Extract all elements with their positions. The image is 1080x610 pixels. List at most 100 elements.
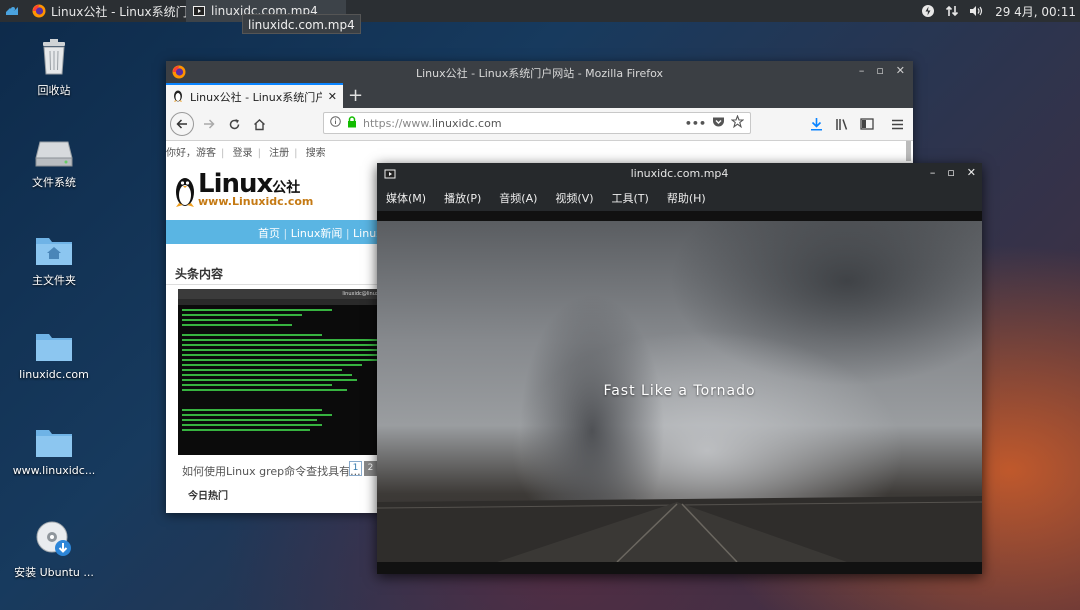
menu-help[interactable]: 帮助(H) — [658, 190, 715, 206]
terminal-text-line — [182, 419, 317, 421]
player-titlebar[interactable]: linuxidc.com.mp4 – ▫ ✕ — [377, 163, 982, 185]
home-folder-icon — [36, 238, 72, 265]
top-links: 你好，游客 | 登录 | 注册 | 搜索 — [166, 148, 326, 159]
library-icon — [836, 118, 848, 130]
maximize-button[interactable]: ▫ — [947, 166, 954, 179]
tab-strip: Linux公社 - Linux系统门户网 ✕ + — [166, 83, 913, 108]
url-domain: linuxidc.com — [431, 116, 502, 130]
hamburger-menu-icon — [891, 119, 903, 129]
library-button[interactable] — [830, 112, 854, 136]
terminal-text-line — [182, 369, 342, 371]
reload-icon — [229, 118, 239, 129]
video-road-scene — [377, 496, 982, 562]
install-disc-icon — [36, 521, 71, 556]
terminal-text-line — [182, 389, 347, 391]
forward-button[interactable] — [197, 112, 221, 136]
close-button[interactable]: ✕ — [967, 166, 976, 179]
home-icon — [253, 118, 265, 130]
logo-suffix: 公社 — [272, 180, 301, 196]
minimize-button[interactable]: – — [859, 64, 865, 77]
menu-video[interactable]: 视频(V) — [546, 190, 602, 206]
desktop-icon-install-ubuntu[interactable]: 安装 Ubuntu ... — [8, 520, 100, 580]
terminal-text-line — [182, 319, 278, 321]
terminal-text-line — [182, 359, 382, 361]
desktop-icon-home[interactable]: 主文件夹 — [8, 234, 100, 288]
taskbar-item-label: Linux公社 - Linux系统门户... — [51, 4, 186, 19]
info-icon[interactable] — [330, 116, 341, 130]
terminal-text-line — [182, 324, 292, 326]
terminal-text-line — [182, 339, 402, 341]
terminal-text-line — [182, 384, 332, 386]
search-link[interactable]: 搜索 — [306, 148, 326, 159]
taskbar: Linux公社 - Linux系统门户... linuxidc.com.mp4 … — [0, 0, 1080, 22]
register-link[interactable]: 注册 — [269, 148, 289, 159]
navigation-toolbar: https://www.linuxidc.com ••• — [166, 108, 913, 141]
start-menu-icon[interactable] — [4, 3, 20, 19]
page-actions-icon[interactable]: ••• — [685, 117, 706, 130]
desktop-icon-linuxidc-folder[interactable]: linuxidc.com — [8, 330, 100, 381]
home-button[interactable] — [247, 112, 271, 136]
desktop-icon-label: 安装 Ubuntu ... — [14, 566, 94, 579]
desktop-icon-label: linuxidc.com — [19, 368, 89, 381]
menu-media[interactable]: 媒体(M) — [377, 190, 435, 206]
menu-playback[interactable]: 播放(P) — [435, 190, 490, 206]
taskbar-tooltip: linuxidc.com.mp4 — [242, 14, 361, 34]
downloads-button[interactable] — [804, 112, 828, 136]
login-link[interactable]: 登录 — [233, 148, 253, 159]
hot-section-title: 今日热门 — [188, 491, 228, 502]
terminal-text-line — [182, 409, 322, 411]
greeting-text: 你好，游客 — [166, 148, 216, 159]
volume-icon[interactable] — [969, 4, 985, 18]
forward-arrow-icon — [204, 119, 215, 129]
sidebar-icon — [860, 118, 874, 130]
nav-link-home[interactable]: 首页 — [258, 227, 280, 240]
video-player-window: linuxidc.com.mp4 – ▫ ✕ 媒体(M) 播放(P) 音频(A)… — [377, 163, 982, 574]
desktop-icon-trash[interactable]: 回收站 — [8, 38, 100, 98]
maximize-button[interactable]: ▫ — [876, 64, 883, 77]
menu-audio[interactable]: 音频(A) — [490, 190, 546, 206]
terminal-text-line — [182, 379, 357, 381]
sidebar-button[interactable] — [855, 112, 879, 136]
pocket-icon[interactable] — [712, 116, 725, 131]
back-button[interactable] — [170, 112, 194, 136]
close-button[interactable]: ✕ — [896, 64, 905, 77]
terminal-text-line — [182, 429, 310, 431]
update-icon[interactable] — [921, 4, 935, 18]
firefox-titlebar[interactable]: Linux公社 - Linux系统门户网站 - Mozilla Firefox … — [166, 61, 913, 83]
new-tab-button[interactable]: + — [348, 85, 363, 106]
desktop-icon-label: www.linuxidc... — [12, 464, 96, 477]
pager-button-2[interactable]: 2 — [364, 461, 377, 476]
video-player-icon — [192, 4, 206, 18]
pager-button-1[interactable]: 1 — [349, 461, 362, 476]
menu-tools[interactable]: 工具(T) — [603, 190, 658, 206]
desktop-icon-www-folder[interactable]: www.linuxidc... — [8, 426, 100, 477]
minimize-button[interactable]: – — [930, 166, 936, 179]
carousel-pager: 1 2 — [349, 461, 377, 476]
video-subtitle: Fast Like a Tornado — [603, 383, 756, 399]
desktop-icon-label: 文件系统 — [32, 176, 76, 189]
tab-linuxidc[interactable]: Linux公社 - Linux系统门户网 ✕ — [166, 83, 343, 108]
terminal-text-line — [182, 309, 332, 311]
bookmark-star-icon[interactable] — [730, 114, 745, 131]
lock-icon[interactable] — [347, 115, 357, 131]
url-prefix: https://www. — [363, 116, 432, 130]
url-bar[interactable]: https://www.linuxidc.com ••• — [323, 112, 751, 134]
taskbar-item-firefox[interactable]: Linux公社 - Linux系统门户... — [26, 0, 186, 22]
network-icon[interactable] — [945, 4, 959, 18]
reload-button[interactable] — [222, 112, 246, 136]
menu-button[interactable] — [885, 112, 909, 136]
desktop-icon-filesystem[interactable]: 文件系统 — [8, 138, 100, 190]
firefox-icon — [32, 4, 46, 18]
page-scrollbar[interactable] — [906, 141, 911, 161]
clock[interactable]: 29 4月, 00:11 — [995, 3, 1076, 20]
site-logo[interactable]: Linux公社 www.Linuxidc.com — [174, 169, 313, 208]
nav-link-linux-news[interactable]: Linux新闻 — [291, 227, 343, 240]
terminal-text-line — [182, 364, 362, 366]
player-menubar: 媒体(M) 播放(P) 音频(A) 视频(V) 工具(T) 帮助(H) — [377, 185, 982, 211]
article-caption[interactable]: 如何使用Linux grep命令查找具有... — [182, 463, 361, 479]
folder-icon — [36, 430, 72, 457]
video-frame[interactable]: Fast Like a Tornado — [377, 221, 982, 562]
tab-close-icon[interactable]: ✕ — [328, 90, 337, 103]
player-title: linuxidc.com.mp4 — [630, 167, 729, 180]
player-control-strip — [377, 562, 982, 574]
